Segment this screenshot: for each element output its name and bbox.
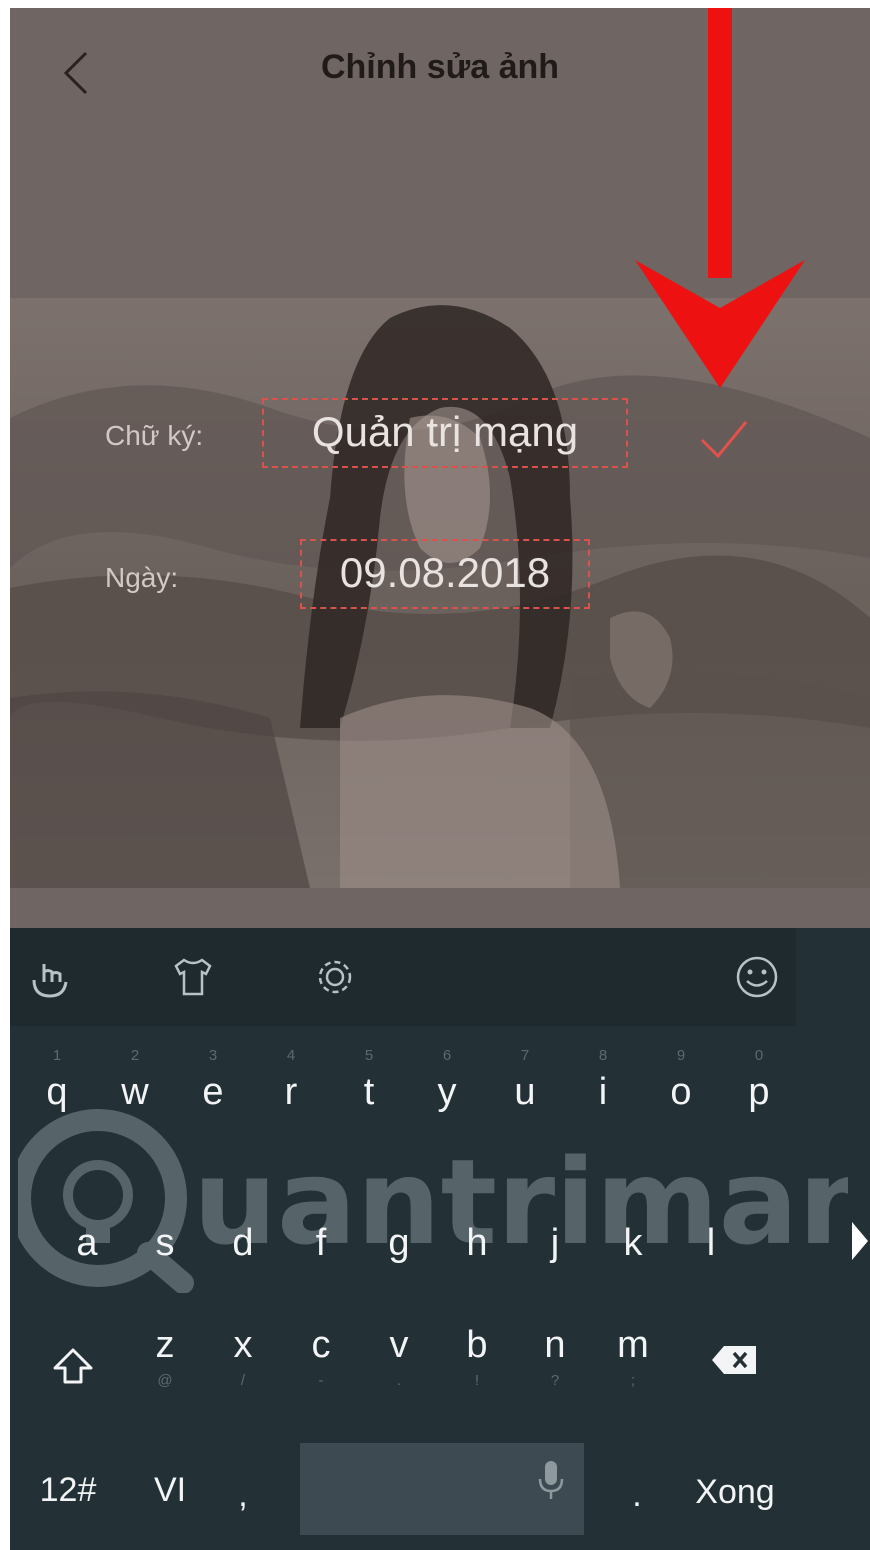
key-x[interactable]: x / [208,1320,278,1420]
key-t[interactable]: 5t [334,1045,404,1145]
key-p[interactable]: 0p [724,1045,794,1145]
keyboard-toolbar [10,928,796,1026]
key-g[interactable]: g [364,1196,434,1296]
key-f[interactable]: f [286,1196,356,1296]
key-z[interactable]: z @ [130,1320,200,1420]
period-key[interactable]: . [622,1476,652,1515]
microphone-icon [538,1461,564,1499]
date-input[interactable]: 09.08.2018 [300,539,590,609]
date-label: Ngày: [105,562,179,593]
check-icon[interactable] [698,416,750,464]
chevron-right-icon[interactable] [848,1216,870,1266]
key-n[interactable]: n? [520,1320,590,1420]
key-c[interactable]: c- [286,1320,356,1420]
key-q[interactable]: 1q [22,1045,92,1145]
key-s[interactable]: s [130,1196,200,1296]
key-e[interactable]: 3e [178,1045,248,1145]
gear-icon[interactable] [310,952,360,1002]
backspace-icon [712,1346,756,1374]
key-r[interactable]: 4r [256,1045,326,1145]
app-screen: Chỉnh sửa ảnh Chữ ký: Quản trị mạng Ngày… [10,8,870,1550]
shift-icon [53,1348,93,1384]
key-j[interactable]: j [520,1196,590,1296]
red-arrow-annotation [635,8,805,388]
soft-keyboard: uantrimang 1q 2w 3e 4r 5t 6y 7u 8i 9o 0p… [10,928,870,1550]
key-o[interactable]: 9o [646,1045,716,1145]
language-key[interactable]: VI [140,1471,200,1510]
key-y[interactable]: 6y [412,1045,482,1145]
key-a[interactable]: a [52,1196,122,1296]
key-i[interactable]: 8i [568,1045,638,1145]
key-h[interactable]: h [442,1196,512,1296]
key-d[interactable]: d [208,1196,278,1296]
tshirt-icon[interactable] [168,952,218,1002]
space-bar[interactable] [300,1443,584,1535]
shift-key[interactable] [38,1320,108,1420]
key-u[interactable]: 7u [490,1045,560,1145]
signature-label: Chữ ký: [105,420,204,451]
key-w[interactable]: 2w [100,1045,170,1145]
key-m[interactable]: m; [598,1320,668,1420]
hand-tap-icon[interactable] [26,952,76,1002]
comma-key[interactable]: , [228,1476,258,1515]
signature-input[interactable]: Quản trị mạng [262,398,628,468]
backspace-key[interactable] [700,1320,770,1420]
key-k[interactable]: k [598,1196,668,1296]
key-l[interactable]: l [676,1196,746,1296]
symbols-key[interactable]: 12# [28,1471,108,1510]
key-v[interactable]: v. [364,1320,434,1420]
key-b[interactable]: b! [442,1320,512,1420]
smiley-icon[interactable] [732,952,782,1002]
done-key[interactable]: Xong [680,1473,790,1512]
